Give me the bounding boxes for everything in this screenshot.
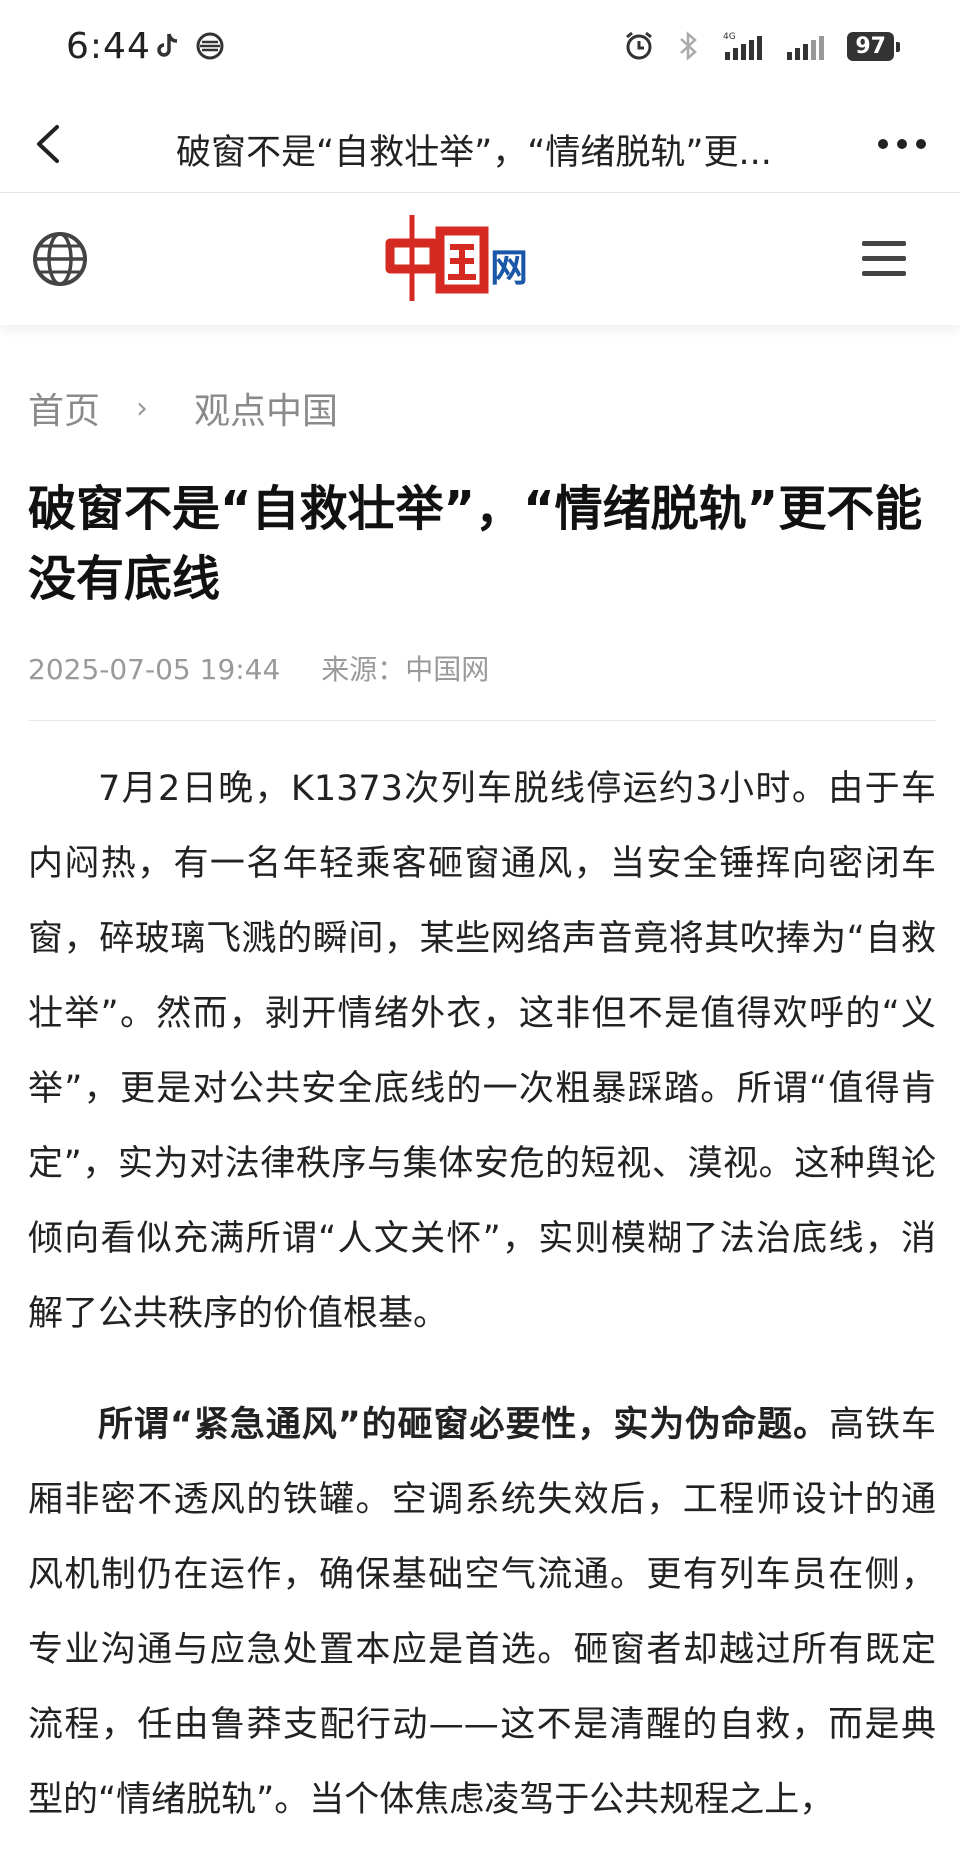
paragraph-text: 高铁车厢非密不透风的铁罐。空调系统失效后，工程师设计的通风机制仍在运作，确保基础… [28,1405,936,1820]
status-left-icons [152,30,226,62]
article-meta: 2025-07-05 19:44 来源：中国网 [28,648,489,688]
site-header: 网 [0,193,960,325]
language-button[interactable] [30,229,90,289]
article-body: 7月2日晚，K1373次列车脱线停运约3小时。由于车内闷热，有一名年轻乘客砸窗通… [28,752,936,1874]
breadcrumb-home[interactable]: 首页 [28,382,100,434]
divider [28,720,936,721]
menu-button[interactable] [860,235,908,283]
more-dots-icon [878,139,926,149]
china-net-logo: 网 [385,215,528,301]
more-options-button[interactable] [872,122,932,166]
svg-text:网: 网 [490,246,528,290]
breadcrumb-section[interactable]: 观点中国 [194,382,338,434]
article-date: 2025-07-05 19:44 [28,653,281,686]
globe-icon [33,232,87,286]
paragraph-lead-bold: 所谓“紧急通风”的砸窗必要性，实为伪命题。 [98,1405,830,1445]
hamburger-menu-icon [862,241,906,276]
status-right-icons: 4G 97 [623,30,900,62]
article-paragraph: 7月2日晚，K1373次列车脱线停运约3小时。由于车内闷热，有一名年轻乘客砸窗通… [28,769,936,1334]
bluetooth-icon [680,31,698,61]
article-source-label: 来源： [321,653,406,686]
svg-text:4G: 4G [723,32,736,42]
title-bar: 破窗不是“自救壮举”，“情绪脱轨”更... [0,96,960,193]
china-mobile-icon [196,32,224,60]
alarm-icon [626,31,653,60]
article-source: 中国网 [405,653,490,686]
signal-icon [787,36,825,60]
signal-4g-icon: 4G [723,32,763,60]
article-paragraph: 所谓“紧急通风”的砸窗必要性，实为伪命题。高铁车厢非密不透风的铁罐。空调系统失效… [28,1388,936,1838]
page-heading: 破窗不是“自救壮举”，“情绪脱轨”更... [176,133,772,173]
tiktok-icon [157,33,178,57]
battery-indicator: 97 [847,31,900,61]
back-arrow-icon [37,125,59,163]
back-button[interactable] [20,116,76,172]
article-title: 破窗不是“自救壮举”，“情绪脱轨”更不能没有底线 [28,481,923,607]
site-logo[interactable]: 网 [382,213,552,303]
status-bar: 6:44 4G 97 [0,0,960,96]
breadcrumb: 首页 › 观点中国 [28,382,338,434]
breadcrumb-separator: › [136,390,149,426]
status-time: 6:44 [66,26,151,67]
